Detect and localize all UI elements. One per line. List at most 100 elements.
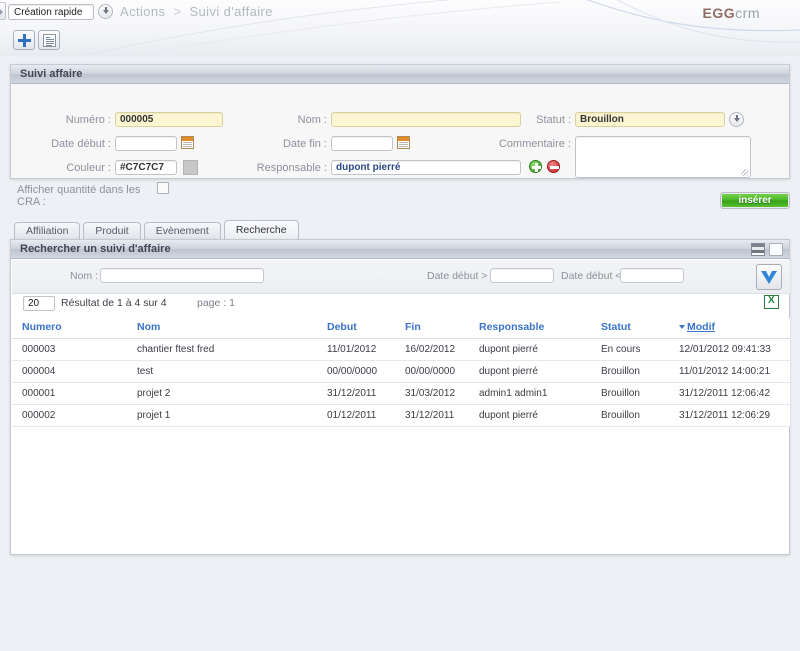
- minus-icon: [550, 166, 559, 169]
- date-debut-input[interactable]: [115, 136, 177, 151]
- breadcrumb-separator: >: [173, 4, 182, 19]
- maximize-icon[interactable]: [769, 243, 783, 256]
- calendar-icon[interactable]: [397, 136, 410, 149]
- cell-nom: test: [127, 360, 317, 383]
- date-fin-label: Date fin :: [282, 138, 327, 150]
- quick-create-select[interactable]: Création rapide: [8, 4, 94, 20]
- column-header-nom[interactable]: Nom: [127, 318, 317, 339]
- date-debut-label: Date début :: [51, 138, 111, 150]
- couleur-input[interactable]: #C7C7C7: [115, 160, 177, 175]
- table-row[interactable]: 000001 projet 2 31/12/2011 31/03/2012 ad…: [12, 382, 790, 405]
- results-table: Numero Nom Debut Fin Responsable Statut …: [12, 318, 790, 427]
- cell-modif: 12/01/2012 09:41:33: [669, 338, 790, 361]
- list-view-button[interactable]: [38, 30, 60, 50]
- column-header-modif[interactable]: Modif: [669, 318, 790, 339]
- search-panel: Rechercher un suivi d'affaire Nom : Date…: [10, 239, 790, 555]
- cell-debut: 00/00/0000: [317, 360, 395, 383]
- calendar-icon[interactable]: [181, 136, 194, 149]
- plus-icon-vertical: [23, 34, 26, 47]
- statut-label: Statut :: [536, 114, 571, 126]
- column-header-debut[interactable]: Debut: [317, 318, 395, 339]
- print-icon[interactable]: [751, 243, 765, 256]
- result-count-text: Résultat de 1 à 4 sur 4: [61, 297, 167, 309]
- filter-nom-input[interactable]: [100, 268, 264, 283]
- statut-select[interactable]: Brouillon: [575, 112, 725, 127]
- insert-button[interactable]: insérer: [720, 192, 790, 209]
- tab-bar: Affiliation Produit Evènement Recherche: [14, 220, 302, 240]
- nom-label: Nom :: [297, 114, 327, 126]
- responsable-label: Responsable :: [256, 162, 327, 174]
- chevron-down-icon[interactable]: [729, 112, 744, 127]
- table-header-row: Numero Nom Debut Fin Responsable Statut …: [12, 318, 790, 339]
- table-row[interactable]: 000004 test 00/00/0000 00/00/0000 dupont…: [12, 360, 790, 383]
- cell-fin: 31/03/2012: [395, 382, 469, 405]
- chevron-down-icon[interactable]: [98, 4, 113, 19]
- tab-evenement[interactable]: Evènement: [143, 222, 221, 240]
- cra-checkbox-label: Afficher quantité dans les CRA :: [17, 184, 141, 208]
- remove-responsable-button[interactable]: [547, 160, 560, 173]
- date-fin-input[interactable]: [331, 136, 393, 151]
- sort-descending-icon: [679, 325, 685, 330]
- column-header-modif-text: Modif: [687, 321, 715, 333]
- suivi-affaire-form-panel: Suivi affaire Numéro : 000005 Nom : Stat…: [10, 64, 790, 208]
- column-header-fin[interactable]: Fin: [395, 318, 469, 339]
- cell-nom: projet 1: [127, 404, 317, 427]
- cell-numero: 000004: [12, 360, 127, 383]
- commentaire-textarea[interactable]: [575, 136, 751, 178]
- cell-fin: 16/02/2012: [395, 338, 469, 361]
- filter-date-debut-sup-label: Date début >: [427, 270, 488, 282]
- filter-nom-label: Nom :: [70, 270, 99, 282]
- plus-icon-vertical: [535, 163, 538, 172]
- resize-grip-icon[interactable]: [741, 169, 748, 176]
- column-header-numero[interactable]: Numero: [12, 318, 127, 339]
- form-panel-title: Suivi affaire: [11, 65, 789, 84]
- app-logo: EGGcrm: [703, 5, 760, 21]
- commentaire-label: Commentaire :: [498, 138, 571, 150]
- cell-debut: 11/01/2012: [317, 338, 395, 361]
- cell-responsable: dupont pierré: [469, 404, 591, 427]
- cell-numero: 000001: [12, 382, 127, 405]
- filter-date-debut-sup-input[interactable]: [490, 268, 554, 283]
- cell-statut: Brouillon: [591, 382, 669, 405]
- cell-statut: En cours: [591, 338, 669, 361]
- sidebar-toggle-handle[interactable]: [0, 2, 6, 20]
- logo-secondary-text: crm: [735, 5, 760, 21]
- cell-fin: 00/00/0000: [395, 360, 469, 383]
- breadcrumb-current: Suivi d'affaire: [189, 4, 273, 19]
- table-row[interactable]: 000002 projet 1 01/12/2011 31/12/2011 du…: [12, 404, 790, 427]
- add-responsable-button[interactable]: [529, 160, 542, 173]
- color-swatch[interactable]: [183, 160, 198, 175]
- column-header-responsable[interactable]: Responsable: [469, 318, 591, 339]
- search-panel-title: Rechercher un suivi d'affaire: [11, 240, 789, 259]
- couleur-label: Couleur :: [66, 162, 111, 174]
- numero-label: Numéro :: [65, 114, 111, 126]
- cell-responsable: dupont pierré: [469, 360, 591, 383]
- chevron-down-icon: [761, 271, 777, 284]
- add-button[interactable]: [13, 30, 35, 50]
- table-row[interactable]: 000003 chantier ftest fred 11/01/2012 16…: [12, 338, 790, 361]
- cell-responsable: dupont pierré: [469, 338, 591, 361]
- cell-statut: Brouillon: [591, 360, 669, 383]
- cell-nom: chantier ftest fred: [127, 338, 317, 361]
- search-submit-button[interactable]: [756, 264, 782, 290]
- logo-primary-text: EGG: [702, 5, 736, 21]
- page-size-input[interactable]: 20: [23, 296, 55, 311]
- cell-debut: 01/12/2011: [317, 404, 395, 427]
- tab-recherche[interactable]: Recherche: [223, 220, 299, 240]
- numero-input[interactable]: 000005: [115, 112, 223, 127]
- cell-statut: Brouillon: [591, 404, 669, 427]
- top-header-bar: Création rapide Actions > Suivi d'affair…: [0, 0, 800, 56]
- breadcrumb: Actions > Suivi d'affaire: [120, 4, 273, 19]
- tab-affiliation[interactable]: Affiliation: [14, 222, 81, 240]
- cell-modif: 31/12/2011 12:06:29: [669, 404, 790, 427]
- breadcrumb-root[interactable]: Actions: [120, 4, 165, 19]
- responsable-input[interactable]: dupont pierré: [331, 160, 521, 175]
- cra-checkbox[interactable]: [157, 182, 169, 194]
- filter-date-debut-inf-input[interactable]: [620, 268, 684, 283]
- tab-produit[interactable]: Produit: [83, 222, 141, 240]
- search-panel-title-text: Rechercher un suivi d'affaire: [20, 243, 171, 255]
- cell-nom: projet 2: [127, 382, 317, 405]
- document-list-icon: [43, 34, 56, 47]
- excel-export-icon[interactable]: [764, 295, 779, 309]
- column-header-statut[interactable]: Statut: [591, 318, 669, 339]
